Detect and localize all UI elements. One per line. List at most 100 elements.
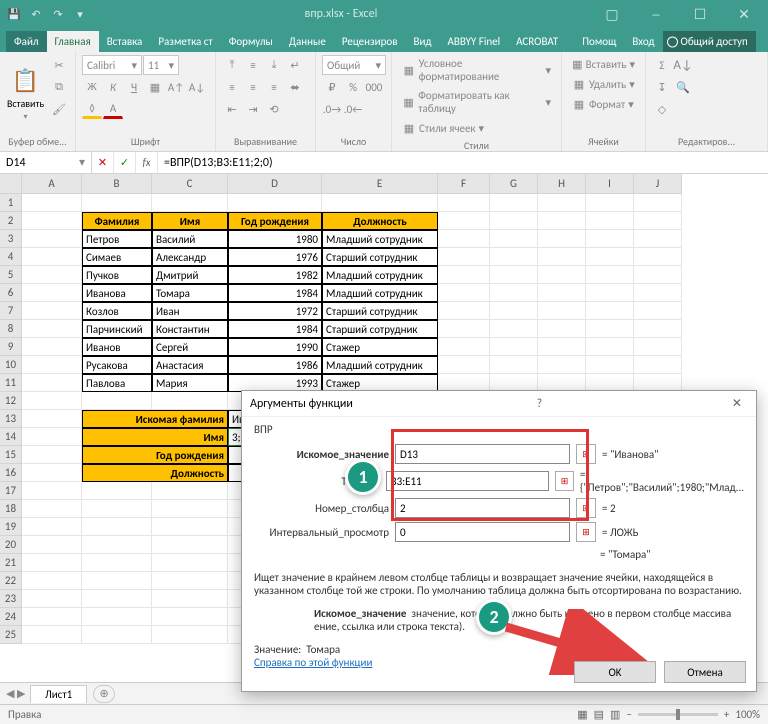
cell[interactable]: Младший сотрудник [322, 356, 438, 374]
cell[interactable] [634, 338, 682, 356]
cell[interactable] [586, 266, 634, 284]
comma-icon[interactable]: 000 [364, 77, 384, 97]
row-header[interactable]: 1 [0, 194, 22, 212]
cell[interactable] [22, 500, 82, 518]
cell[interactable] [538, 338, 586, 356]
align-right-icon[interactable]: ≡ [264, 77, 284, 97]
cell[interactable] [438, 266, 490, 284]
cell[interactable]: Должность [82, 464, 228, 482]
arg-input-1[interactable] [386, 471, 550, 491]
indent-inc-icon[interactable]: ⇥ [243, 99, 263, 119]
col-header[interactable]: E [322, 174, 438, 194]
cell[interactable]: Пучков [82, 266, 152, 284]
cell[interactable] [438, 320, 490, 338]
row-header[interactable]: 16 [0, 464, 22, 482]
wrap-text-icon[interactable]: ↵ [285, 55, 305, 75]
cell[interactable] [538, 212, 586, 230]
cell[interactable] [438, 302, 490, 320]
cell[interactable] [152, 554, 228, 572]
cell[interactable] [634, 284, 682, 302]
sheet-tab[interactable]: Лист1 [30, 685, 87, 703]
redo-icon[interactable]: ↷ [48, 4, 68, 24]
zoom-slider[interactable] [638, 713, 718, 716]
font-increase-icon[interactable]: A↑ [166, 77, 186, 97]
cell[interactable] [634, 230, 682, 248]
cell[interactable]: Русакова [82, 356, 152, 374]
row-header[interactable]: 20 [0, 536, 22, 554]
cell[interactable] [586, 284, 634, 302]
cell[interactable]: 1976 [228, 248, 322, 266]
cell[interactable]: Иванова [82, 284, 152, 302]
row-header[interactable]: 8 [0, 320, 22, 338]
cell[interactable]: Василий [152, 230, 228, 248]
cell[interactable] [22, 284, 82, 302]
row-header[interactable]: 21 [0, 554, 22, 572]
tab-share[interactable]: Общий доступ [663, 31, 756, 52]
cell[interactable] [438, 194, 490, 212]
border-button[interactable]: ▦ [145, 77, 165, 97]
cell[interactable] [152, 536, 228, 554]
cell[interactable] [490, 302, 538, 320]
indent-dec-icon[interactable]: ⇤ [222, 99, 242, 119]
cell[interactable] [586, 338, 634, 356]
col-header[interactable]: B [82, 174, 152, 194]
cell[interactable] [82, 626, 152, 644]
view-normal-icon[interactable]: ▦ [577, 708, 587, 721]
cell[interactable]: Старший сотрудник [322, 302, 438, 320]
cell[interactable] [634, 356, 682, 374]
arg-input-2[interactable] [395, 498, 570, 518]
col-header[interactable]: H [538, 174, 586, 194]
font-size-combo[interactable]: 11▾ [143, 55, 179, 75]
col-header[interactable]: F [438, 174, 490, 194]
col-header[interactable]: I [586, 174, 634, 194]
cell[interactable]: Стажер [322, 338, 438, 356]
cell[interactable]: 1972 [228, 302, 322, 320]
range-select-icon[interactable]: ⊞ [576, 498, 596, 518]
cell[interactable]: Анастасия [152, 356, 228, 374]
row-header[interactable]: 15 [0, 446, 22, 464]
cell[interactable]: Старший сотрудник [322, 248, 438, 266]
cell[interactable] [438, 230, 490, 248]
cell[interactable]: Константин [152, 320, 228, 338]
cell[interactable]: Должность [322, 212, 438, 230]
tab-formulas[interactable]: Формулы [221, 31, 281, 52]
bold-button[interactable]: Ж [82, 77, 102, 97]
clear-icon[interactable]: ◇ [652, 99, 672, 119]
cell[interactable] [152, 572, 228, 590]
tab-insert[interactable]: Вставка [99, 31, 151, 52]
tab-file[interactable]: Файл [6, 31, 47, 52]
decrease-decimal-icon[interactable]: .0← [343, 99, 363, 119]
chevron-down-icon[interactable]: ▾ [79, 155, 85, 170]
cell[interactable] [538, 266, 586, 284]
cell[interactable] [634, 212, 682, 230]
zoom-out-icon[interactable]: − [626, 708, 631, 721]
row-header[interactable]: 2 [0, 212, 22, 230]
cell[interactable] [634, 302, 682, 320]
range-select-icon[interactable]: ⊞ [576, 522, 596, 542]
row-header[interactable]: 23 [0, 590, 22, 608]
row-header[interactable]: 24 [0, 608, 22, 626]
cells-insert-button[interactable]: ▦Вставить ▾ [568, 55, 639, 73]
cell[interactable]: Мария [152, 374, 228, 392]
close-icon[interactable]: ✕ [724, 4, 764, 24]
cell[interactable]: Симаев [82, 248, 152, 266]
zoom-in-icon[interactable]: + [724, 708, 729, 721]
number-format-combo[interactable]: Общий▾ [322, 55, 386, 75]
cell[interactable] [490, 320, 538, 338]
col-header[interactable]: G [490, 174, 538, 194]
row-header[interactable]: 17 [0, 482, 22, 500]
merge-center-icon[interactable]: ⬌ [285, 77, 305, 97]
paste-button[interactable]: 📋 Вставить ▾ [6, 55, 45, 133]
row-header[interactable]: 14 [0, 428, 22, 446]
cell[interactable] [586, 356, 634, 374]
cell[interactable]: Фамилия [82, 212, 152, 230]
cell[interactable] [22, 320, 82, 338]
cell[interactable] [82, 572, 152, 590]
cell[interactable] [22, 590, 82, 608]
cell[interactable]: Имя [82, 428, 228, 446]
row-header[interactable]: 19 [0, 518, 22, 536]
row-header[interactable]: 3 [0, 230, 22, 248]
autosum-icon[interactable]: Σ [652, 55, 672, 75]
cell[interactable] [322, 194, 438, 212]
cell[interactable] [82, 590, 152, 608]
